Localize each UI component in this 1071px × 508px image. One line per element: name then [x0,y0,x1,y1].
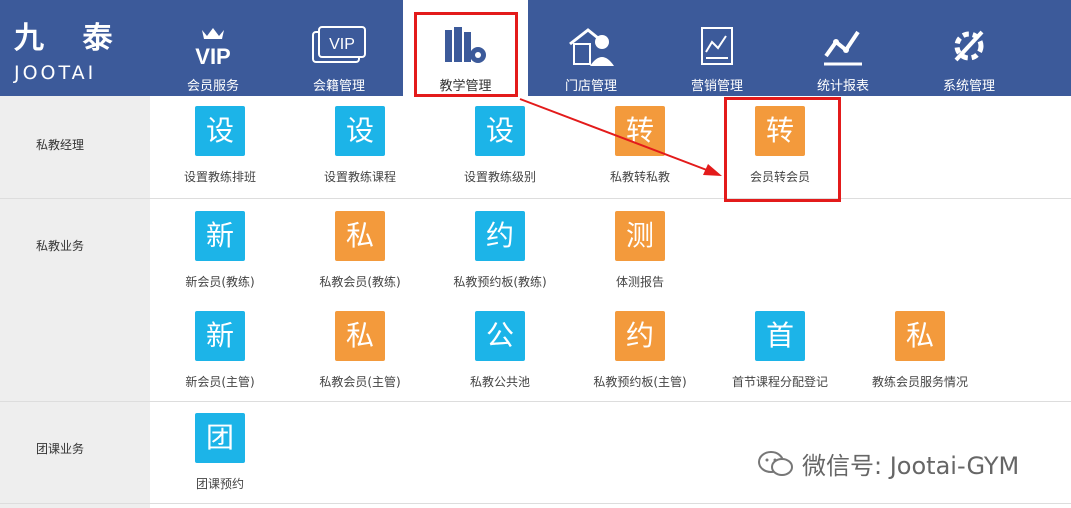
watermark-text: 微信号: Jootai-GYM [802,452,1020,480]
annotation-arrow [519,98,722,176]
wechat-icon [758,450,793,476]
wechat-watermark: 微信号: Jootai-GYM [756,446,1019,481]
